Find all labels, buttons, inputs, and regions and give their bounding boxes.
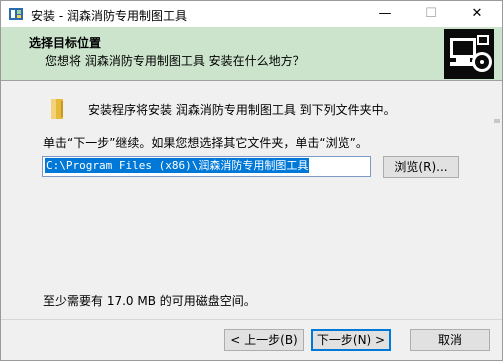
page-subtitle: 您想将 润森消防专用制图工具 安装在什么地方？ bbox=[45, 54, 305, 68]
minimize-button[interactable]: — bbox=[362, 1, 408, 27]
install-destination-text: 安装程序将安装 润森消防专用制图工具 到下列文件夹中。 bbox=[88, 103, 396, 117]
cancel-button[interactable]: 取消 bbox=[410, 329, 490, 351]
header-divider bbox=[1, 80, 502, 81]
back-button[interactable]: < 上一步(B) bbox=[224, 329, 304, 351]
maximize-button[interactable]: ☐ bbox=[408, 1, 454, 27]
instruction-text: 单击“下一步”继续。如果您想选择其它文件夹，单击“浏览”。 bbox=[43, 136, 368, 150]
scrollbar-nub bbox=[494, 119, 500, 123]
disk-space-text: 至少需要有 17.0 MB 的可用磁盘空间。 bbox=[43, 294, 256, 308]
title-bar[interactable]: 安装 - 润森消防专用制图工具 — ☐ ✕ bbox=[1, 1, 502, 27]
install-path-input[interactable]: C:\Program Files (x86)\润森消防专用制图工具 bbox=[42, 156, 371, 177]
computer-disk-icon bbox=[444, 29, 494, 79]
next-button[interactable]: 下一步(N) > bbox=[311, 329, 391, 351]
window-title: 安装 - 润森消防专用制图工具 bbox=[31, 9, 187, 23]
installer-window: 安装 - 润森消防专用制图工具 — ☐ ✕ 选择目标位置 您想将 润森消防专用制… bbox=[0, 0, 503, 361]
close-button[interactable]: ✕ bbox=[454, 1, 500, 27]
browse-button[interactable]: 浏览(R)... bbox=[383, 156, 459, 178]
wizard-header: 选择目标位置 您想将 润森消防专用制图工具 安装在什么地方？ bbox=[1, 27, 502, 80]
install-path-value: C:\Program Files (x86)\润森消防专用制图工具 bbox=[45, 158, 310, 173]
folder-icon bbox=[51, 99, 63, 119]
page-title: 选择目标位置 bbox=[29, 36, 102, 50]
installer-app-icon bbox=[9, 8, 23, 20]
footer-divider bbox=[1, 319, 502, 320]
